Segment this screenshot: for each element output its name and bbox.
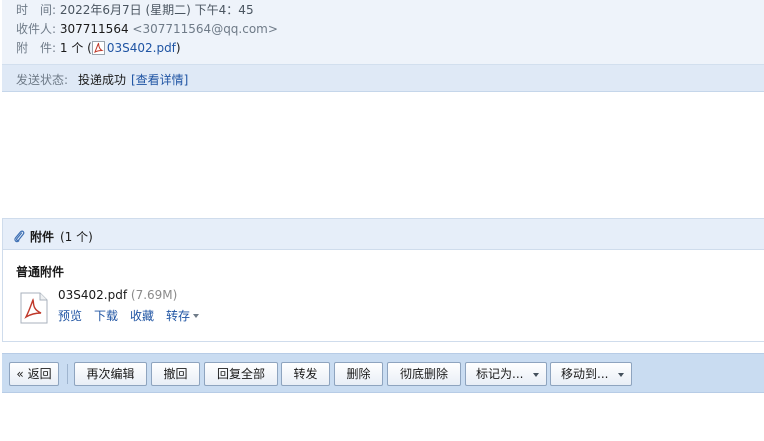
delete-button[interactable]: 删除 bbox=[334, 362, 383, 386]
attachment-link[interactable]: 03S402.pdf bbox=[107, 41, 176, 55]
file-name-row: 03S402.pdf (7.69M) bbox=[58, 288, 177, 302]
forward-button[interactable]: 转发 bbox=[281, 362, 330, 386]
edit-again-button[interactable]: 再次编辑 bbox=[74, 362, 147, 386]
toolbar-divider bbox=[67, 364, 68, 384]
paperclip-icon bbox=[14, 230, 25, 243]
move-to-dropdown[interactable]: 移动到... bbox=[550, 362, 632, 386]
time-label: 时 间: bbox=[16, 3, 57, 17]
file-name[interactable]: 03S402.pdf bbox=[58, 288, 127, 302]
attachment-close-paren: ) bbox=[175, 41, 181, 55]
mark-as-dropdown[interactable]: 标记为... bbox=[465, 362, 547, 386]
chevron-down-icon bbox=[618, 373, 624, 377]
chevron-down-icon bbox=[533, 373, 539, 377]
status-label: 发送状态: bbox=[16, 73, 69, 87]
attachment-section: 附件 (1 个) 普通附件 03S402.pdf (7.69M) 预览 下载 收藏转… bbox=[2, 218, 764, 342]
attachment-title: 附件 bbox=[30, 230, 55, 244]
time-value: 2022年6月7日 (星期二) 下午4：45 bbox=[59, 3, 254, 17]
normal-attachment-label: 普通附件 bbox=[16, 265, 65, 279]
attachment-row: 附 件: 1 个 ( 03S402.pdf) bbox=[16, 39, 181, 57]
save-to-label: 转存 bbox=[166, 309, 191, 323]
save-to-link[interactable]: 转存 bbox=[166, 309, 200, 323]
view-details-link[interactable]: [查看详情] bbox=[131, 71, 188, 88]
time-row: 时 间: 2022年6月7日 (星期二) 下午4：45 bbox=[16, 1, 254, 19]
delete-permanently-button[interactable]: 彻底删除 bbox=[387, 362, 461, 386]
preview-link[interactable]: 预览 bbox=[58, 309, 82, 323]
file-size: (7.69M) bbox=[130, 288, 178, 302]
send-status-bar: 发送状态: 投递成功 [查看详情] bbox=[2, 64, 764, 92]
status-value: 投递成功 bbox=[78, 73, 127, 87]
attachment-header: 附件 (1 个) bbox=[3, 219, 764, 250]
download-link[interactable]: 下载 bbox=[94, 309, 118, 323]
recipient-row: 收件人: 307711564 <307711564@qq.com> bbox=[16, 20, 278, 38]
chevron-down-icon bbox=[193, 314, 200, 318]
reply-all-button[interactable]: 回复全部 bbox=[204, 362, 278, 386]
attachment-title-count: (1 个) bbox=[60, 230, 93, 244]
pdf-file-icon[interactable] bbox=[19, 292, 49, 324]
recipient-label: 收件人: bbox=[16, 22, 57, 36]
recipient-email[interactable]: <307711564@qq.com> bbox=[132, 22, 278, 36]
file-actions: 预览 下载 收藏 转存 bbox=[58, 307, 211, 324]
mark-as-label: 标记为... bbox=[476, 367, 524, 381]
attachment-count: 1 个 bbox=[59, 41, 84, 55]
recall-button[interactable]: 撤回 bbox=[151, 362, 200, 386]
action-toolbar: « 返回 再次编辑 撤回 回复全部 转发 删除 彻底删除 标记为... 移动到.… bbox=[2, 353, 764, 393]
attachment-label: 附 件: bbox=[16, 41, 57, 55]
email-header: 时 间: 2022年6月7日 (星期二) 下午4：45 收件人: 3077115… bbox=[2, 0, 764, 64]
favorite-link[interactable]: 收藏 bbox=[130, 309, 154, 323]
pdf-icon bbox=[91, 41, 105, 55]
recipient-name[interactable]: 307711564 bbox=[60, 22, 129, 36]
move-to-label: 移动到... bbox=[561, 367, 609, 381]
back-button[interactable]: « 返回 bbox=[9, 362, 59, 386]
